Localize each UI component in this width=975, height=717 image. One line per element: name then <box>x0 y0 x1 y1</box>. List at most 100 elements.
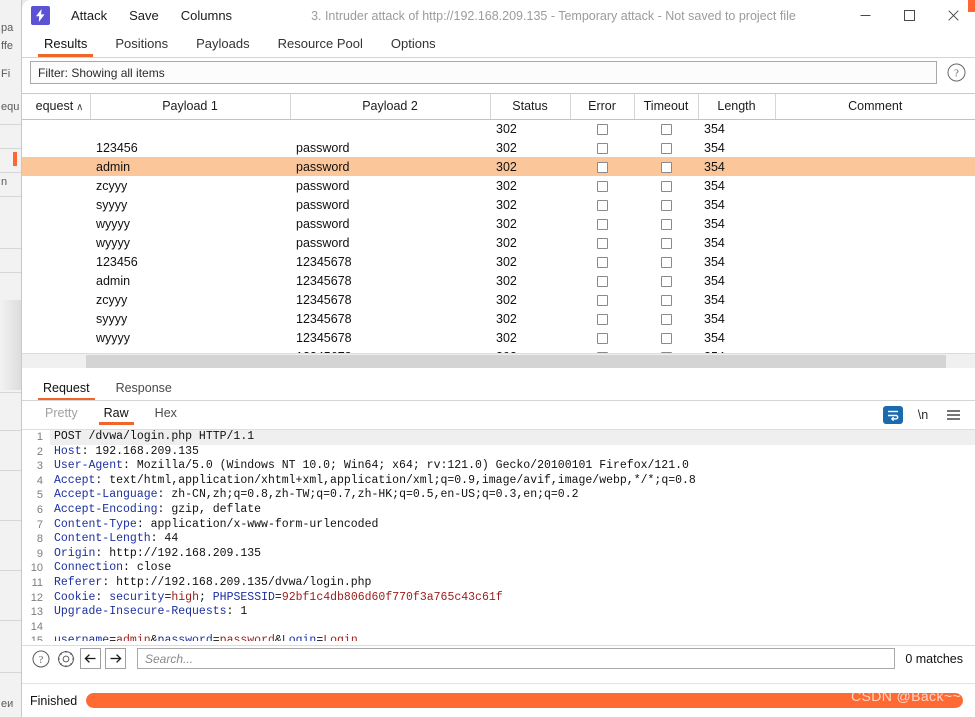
cell-error-checkbox-box[interactable] <box>596 313 608 325</box>
menu-columns[interactable]: Columns <box>170 0 243 31</box>
minimize-button[interactable] <box>843 0 887 31</box>
results-table-container[interactable]: equest ∧ Payload 1 Payload 2 Status Error… <box>22 93 975 370</box>
cell-error-checkbox[interactable] <box>570 214 634 233</box>
cell-timeout-checkbox[interactable] <box>634 271 698 290</box>
tab-options[interactable]: Options <box>377 36 450 57</box>
cell-request <box>22 290 90 309</box>
newline-toggle-icon[interactable]: \n <box>910 404 936 426</box>
column-header-timeout[interactable]: Timeout <box>634 94 699 120</box>
column-header-payload2[interactable]: Payload 2 <box>290 94 491 120</box>
table-row[interactable]: 123456 password 302 354 <box>22 138 975 157</box>
tab-positions[interactable]: Positions <box>101 36 182 57</box>
search-next-button[interactable] <box>105 648 126 669</box>
cell-timeout-checkbox[interactable] <box>634 328 698 347</box>
cell-error-checkbox-box[interactable] <box>596 180 608 192</box>
column-header-status[interactable]: Status <box>490 94 571 120</box>
help-circle-icon[interactable]: ? <box>944 61 968 85</box>
cell-timeout-checkbox-box[interactable] <box>660 142 672 154</box>
hamburger-menu-icon[interactable] <box>940 404 966 426</box>
tab-pretty[interactable]: Pretty <box>32 406 91 425</box>
gear-icon[interactable] <box>55 648 77 670</box>
background-window[interactable]: pa ffe Fi equ n eи <box>0 0 22 717</box>
maximize-button[interactable] <box>887 0 931 31</box>
tab-results[interactable]: Results <box>30 36 101 57</box>
cell-error-checkbox-box[interactable] <box>596 256 608 268</box>
cell-error-checkbox[interactable] <box>570 157 634 176</box>
cell-error-checkbox-box[interactable] <box>596 123 608 135</box>
tab-request[interactable]: Request <box>30 381 103 400</box>
results-scrollbar-thumb[interactable] <box>86 355 946 368</box>
table-row[interactable]: wyyyy password 302 354 <box>22 233 975 252</box>
cell-timeout-checkbox-box[interactable] <box>660 313 672 325</box>
cell-timeout-checkbox-box[interactable] <box>660 237 672 249</box>
cell-timeout-checkbox[interactable] <box>634 214 698 233</box>
cell-error-checkbox-box[interactable] <box>596 199 608 211</box>
cell-timeout-checkbox[interactable] <box>634 119 698 138</box>
cell-timeout-checkbox[interactable] <box>634 176 698 195</box>
cell-error-checkbox[interactable] <box>570 119 634 138</box>
cell-error-checkbox[interactable] <box>570 290 634 309</box>
help-circle-icon[interactable]: ? <box>30 648 52 670</box>
cell-timeout-checkbox-box[interactable] <box>660 332 672 344</box>
column-header-request[interactable]: equest ∧ <box>22 94 91 120</box>
tab-hex[interactable]: Hex <box>142 406 190 425</box>
table-row[interactable]: wyyyy 12345678 302 354 <box>22 328 975 347</box>
cell-error-checkbox-box[interactable] <box>596 332 608 344</box>
cell-timeout-checkbox[interactable] <box>634 157 698 176</box>
cell-error-checkbox-box[interactable] <box>596 161 608 173</box>
tab-payloads[interactable]: Payloads <box>182 36 263 57</box>
cell-error-checkbox[interactable] <box>570 233 634 252</box>
table-row[interactable]: wyyyy password 302 354 <box>22 214 975 233</box>
tab-raw[interactable]: Raw <box>91 406 142 425</box>
cell-timeout-checkbox-box[interactable] <box>660 180 672 192</box>
cell-timeout-checkbox[interactable] <box>634 290 698 309</box>
cell-error-checkbox[interactable] <box>570 252 634 271</box>
tab-resource-pool[interactable]: Resource Pool <box>264 36 377 57</box>
cell-error-checkbox-box[interactable] <box>596 237 608 249</box>
cell-timeout-checkbox-box[interactable] <box>660 161 672 173</box>
tab-response[interactable]: Response <box>103 381 185 400</box>
menu-save[interactable]: Save <box>118 0 170 31</box>
cell-timeout-checkbox[interactable] <box>634 252 698 271</box>
cell-error-checkbox[interactable] <box>570 138 634 157</box>
cell-timeout-checkbox-box[interactable] <box>660 256 672 268</box>
table-row[interactable]: 123456 12345678 302 354 <box>22 252 975 271</box>
column-header-comment[interactable]: Comment <box>775 94 975 120</box>
search-input[interactable]: Search... <box>137 648 896 669</box>
cell-error-checkbox-box[interactable] <box>596 275 608 287</box>
cell-error-checkbox[interactable] <box>570 176 634 195</box>
cell-timeout-checkbox-box[interactable] <box>660 294 672 306</box>
table-row[interactable]: syyyy password 302 354 <box>22 195 975 214</box>
results-horizontal-scrollbar[interactable] <box>22 353 975 368</box>
cell-timeout-checkbox-box[interactable] <box>660 123 672 135</box>
cell-timeout-checkbox-box[interactable] <box>660 199 672 211</box>
cell-error-checkbox-box[interactable] <box>596 294 608 306</box>
word-wrap-icon[interactable] <box>880 404 906 426</box>
cell-error-checkbox[interactable] <box>570 328 634 347</box>
cell-timeout-checkbox-box[interactable] <box>660 275 672 287</box>
cell-timeout-checkbox[interactable] <box>634 309 698 328</box>
search-previous-button[interactable] <box>80 648 101 669</box>
header-row: equest ∧ Payload 1 Payload 2 Status Error… <box>22 94 975 120</box>
cell-error-checkbox[interactable] <box>570 195 634 214</box>
cell-timeout-checkbox[interactable] <box>634 233 698 252</box>
cell-error-checkbox-box[interactable] <box>596 142 608 154</box>
table-row[interactable]: zcyyy 12345678 302 354 <box>22 290 975 309</box>
column-header-payload1[interactable]: Payload 1 <box>90 94 291 120</box>
column-header-error[interactable]: Error <box>570 94 635 120</box>
table-row[interactable]: admin password 302 354 <box>22 157 975 176</box>
cell-timeout-checkbox-box[interactable] <box>660 218 672 230</box>
table-row[interactable]: syyyy 12345678 302 354 <box>22 309 975 328</box>
raw-request-editor[interactable]: 1 POST /dvwa/login.php HTTP/1.1 2 Host: 192… <box>22 430 975 641</box>
cell-error-checkbox-box[interactable] <box>596 218 608 230</box>
cell-timeout-checkbox[interactable] <box>634 195 698 214</box>
cell-timeout-checkbox[interactable] <box>634 138 698 157</box>
table-row[interactable]: zcyyy password 302 354 <box>22 176 975 195</box>
cell-error-checkbox[interactable] <box>570 309 634 328</box>
table-row[interactable]: 302 354 <box>22 119 975 138</box>
filter-input[interactable]: Filter: Showing all items <box>30 61 937 84</box>
table-row[interactable]: admin 12345678 302 354 <box>22 271 975 290</box>
menu-attack[interactable]: Attack <box>60 0 118 31</box>
column-header-length[interactable]: Length <box>698 94 776 120</box>
cell-error-checkbox[interactable] <box>570 271 634 290</box>
